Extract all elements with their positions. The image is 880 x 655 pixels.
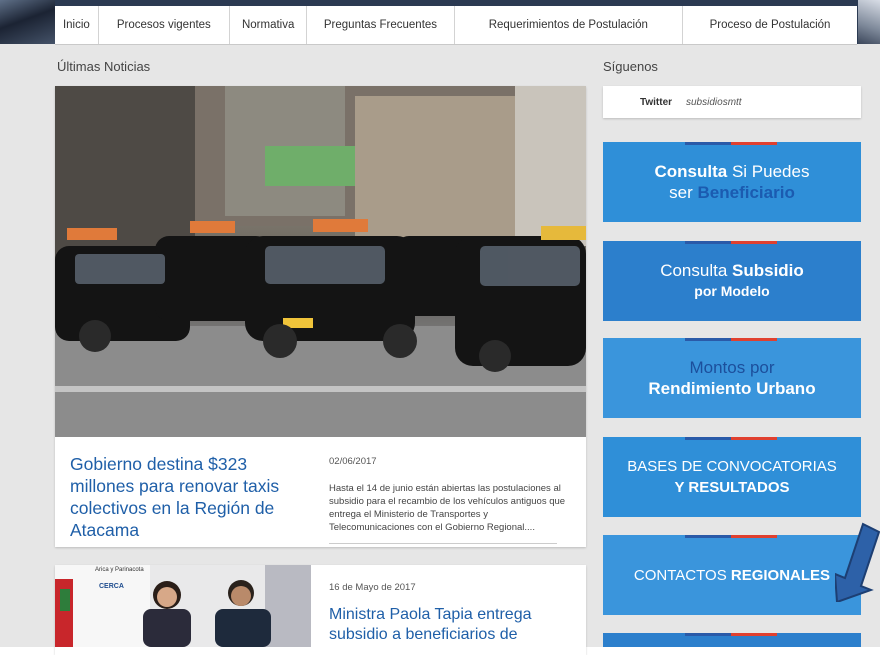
promo-2-line1-bold: Subsidio bbox=[732, 261, 804, 280]
promo-5-line1-bold: REGIONALES bbox=[730, 566, 831, 584]
promo-montos-rendimiento[interactable]: Montos por Rendimiento Urbano bbox=[603, 338, 861, 418]
promo-1-line2: ser bbox=[669, 183, 698, 202]
header-left-image bbox=[0, 0, 55, 44]
promo-next-partial[interactable] bbox=[603, 633, 861, 647]
image-caption-cerca: CERCA bbox=[99, 583, 124, 590]
nav-item-inicio[interactable]: Inicio bbox=[55, 6, 99, 44]
flag-bar bbox=[685, 338, 777, 341]
news-summary-1: Hasta el 14 de junio están abiertas las … bbox=[329, 483, 566, 533]
flag-bar bbox=[685, 437, 777, 440]
flag-bar bbox=[685, 241, 777, 244]
social-section-title: Síguenos bbox=[603, 59, 658, 74]
promo-1-line1-bold: Consulta bbox=[654, 162, 728, 181]
promo-bases-convocatorias[interactable]: BASES DE CONVOCATORIAS Y RESULTADOS bbox=[603, 437, 861, 517]
twitter-label: Twitter bbox=[640, 97, 673, 108]
twitter-handle[interactable]: subsidiosmtt bbox=[686, 97, 742, 108]
promo-consulta-subsidio[interactable]: Consulta Subsidio por Modelo bbox=[603, 241, 861, 321]
news-photo-taxis[interactable] bbox=[55, 86, 586, 437]
promo-1-line1: Si Puedes bbox=[727, 162, 810, 181]
twitter-widget[interactable]: Twitter subsidiosmtt bbox=[603, 86, 861, 118]
nav-item-normativa[interactable]: Normativa bbox=[230, 6, 308, 44]
flag-bar bbox=[685, 142, 777, 145]
header-right-image bbox=[858, 0, 880, 44]
nav-item-requerimientos[interactable]: Requerimientos de Postulación bbox=[455, 6, 684, 44]
promo-contactos-regionales[interactable]: CONTACTOS REGIONALES bbox=[603, 535, 861, 615]
promo-4-line2: Y RESULTADOS bbox=[674, 479, 790, 496]
header-bar: Inicio Procesos vigentes Normativa Pregu… bbox=[0, 0, 880, 45]
promo-3-line2: Rendimiento Urbano bbox=[648, 379, 816, 398]
nav-item-procesos-vigentes[interactable]: Procesos vigentes bbox=[99, 6, 230, 44]
page-frame: Inicio Procesos vigentes Normativa Pregu… bbox=[0, 0, 880, 655]
pointer-arrow-icon bbox=[835, 522, 880, 602]
promo-5-line1: CONTACTOS bbox=[633, 566, 731, 584]
news-headline-2[interactable]: Ministra Paola Tapia entrega subsidio a … bbox=[329, 605, 559, 645]
image-caption-region: Arica y Parinacota bbox=[95, 567, 144, 573]
news-section-title: Últimas Noticias bbox=[57, 59, 151, 74]
divider bbox=[329, 543, 557, 544]
promo-1-line2-bold: Beneficiario bbox=[697, 183, 795, 202]
nav-item-preguntas-frecuentes[interactable]: Preguntas Frecuentes bbox=[307, 6, 455, 44]
taxi-street-image bbox=[55, 86, 586, 437]
promo-3-line1: Montos por bbox=[689, 358, 775, 377]
news-photo-ministra[interactable]: Arica y Parinacota CERCA bbox=[55, 565, 311, 647]
nav-item-proceso-postulacion[interactable]: Proceso de Postulación bbox=[683, 6, 857, 44]
main-nav: Inicio Procesos vigentes Normativa Pregu… bbox=[55, 6, 857, 45]
ministra-photo-image bbox=[55, 565, 311, 647]
news-headline-1[interactable]: Gobierno destina $323 millones para reno… bbox=[70, 453, 310, 541]
flag-bar bbox=[685, 535, 777, 538]
promo-2-line1: Consulta bbox=[660, 261, 733, 280]
flag-bar bbox=[685, 633, 777, 636]
news-date-1: 02/06/2017 bbox=[329, 456, 377, 467]
promo-2-line2: por Modelo bbox=[694, 283, 770, 299]
news-date-2: 16 de Mayo de 2017 bbox=[329, 582, 416, 593]
promo-consulta-beneficiario[interactable]: Consulta Si Puedes ser Beneficiario bbox=[603, 142, 861, 222]
promo-4-line1: BASES DE CONVOCATORIAS bbox=[627, 458, 837, 475]
